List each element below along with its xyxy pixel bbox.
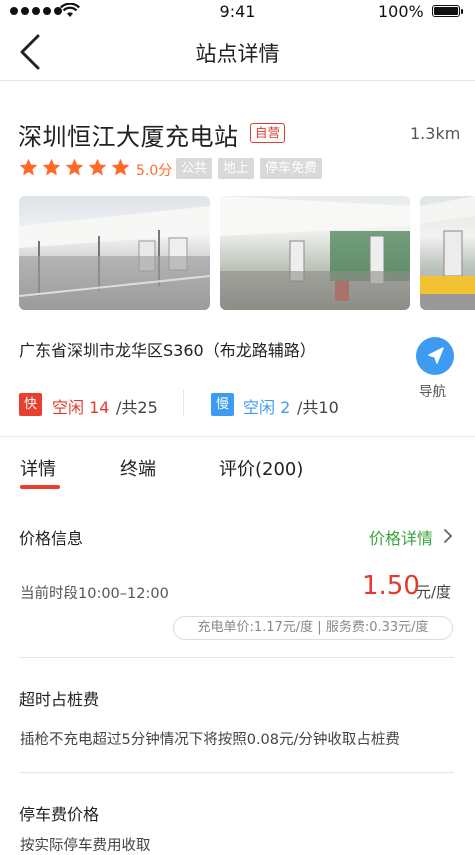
chevron-right-icon[interactable] [441, 527, 455, 545]
rating-score: 5.0分 [136, 163, 173, 179]
active-tab-indicator [20, 485, 60, 489]
tag-ground: 地上 [218, 158, 255, 179]
fast-charge-badge: 快 [19, 393, 42, 416]
fast-total-count: /共25 [116, 398, 158, 417]
slow-total-count: /共10 [297, 398, 339, 417]
navigation-arrow-icon [428, 347, 444, 364]
star-rating [18, 157, 131, 178]
tag-public: 公共 [176, 158, 213, 179]
divider [183, 390, 184, 416]
star-icon [65, 158, 84, 176]
parking-fee-title: 停车费价格 [19, 805, 100, 824]
divider [19, 772, 454, 773]
star-icon [88, 158, 107, 176]
overtime-fee-title: 超时占桩费 [19, 690, 100, 709]
tab-reviews[interactable]: 评价(200) [219, 455, 303, 481]
battery-percent: 100% [378, 2, 424, 21]
self-operated-tag: 自营 [250, 123, 286, 143]
slow-idle-count: 空闲 2 [243, 398, 291, 417]
status-bar: 9:41 100% [0, 0, 475, 24]
divider [19, 657, 454, 658]
page-title: 站点详情 [195, 42, 280, 66]
station-photo[interactable] [19, 196, 210, 310]
price-value: 1.50 [362, 571, 420, 601]
star-icon [111, 158, 130, 176]
star-icon [19, 158, 38, 176]
slow-charge-badge: 慢 [211, 393, 234, 416]
tab-terminals[interactable]: 终端 [120, 455, 156, 481]
price-section-title: 价格信息 [19, 529, 84, 548]
tab-details[interactable]: 详情 [20, 455, 56, 481]
navigate-button[interactable] [416, 337, 454, 375]
current-period: 当前时段10:00–12:00 [20, 586, 169, 602]
nav-bar: 站点详情 [0, 24, 475, 81]
overtime-fee-text: 插枪不充电超过5分钟情况下将按照0.08元/分钟收取占桩费 [20, 732, 400, 748]
station-photo[interactable] [420, 196, 475, 310]
price-unit: 元/度 [416, 583, 452, 601]
station-address: 广东省深圳市龙华区S360（布龙路辅路） [19, 341, 316, 360]
station-name: 深圳恒江大厦充电站 [18, 123, 239, 151]
distance: 1.3km [410, 124, 461, 143]
price-breakdown: 充电单价:1.17元/度 | 服务费:0.33元/度 [173, 616, 453, 640]
navigate-label[interactable]: 导航 [419, 380, 446, 400]
station-photo[interactable] [220, 196, 410, 310]
station-tags: 公共 地上 停车免费 [176, 158, 323, 179]
battery-icon [432, 5, 463, 17]
star-icon [42, 158, 61, 176]
price-detail-link[interactable]: 价格详情 [369, 525, 433, 549]
tag-free-parking: 停车免费 [260, 158, 323, 179]
divider [0, 436, 475, 437]
fast-idle-count: 空闲 14 [52, 398, 110, 417]
